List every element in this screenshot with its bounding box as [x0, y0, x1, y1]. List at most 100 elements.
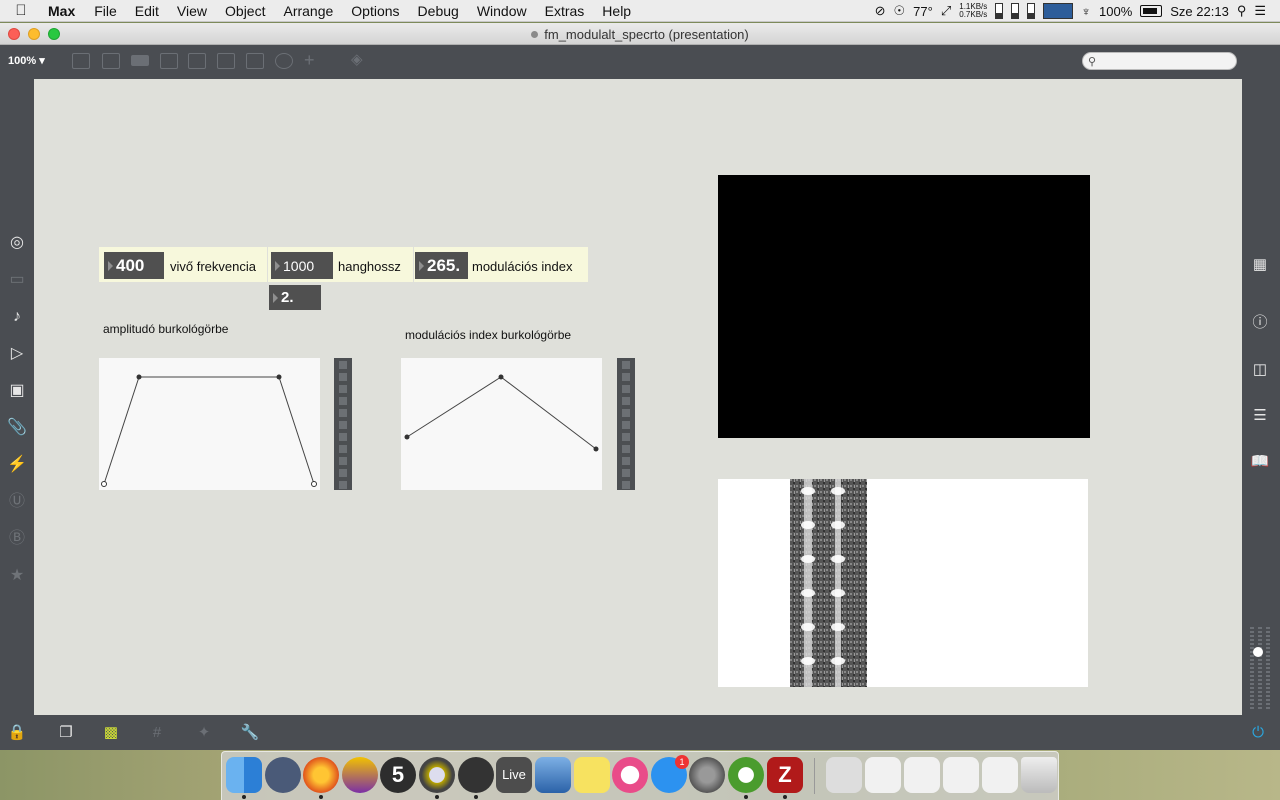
menu-file[interactable]: File: [85, 3, 126, 19]
new-view-icon[interactable]: [72, 53, 90, 69]
notes-icon[interactable]: [574, 757, 610, 793]
message-icon[interactable]: [160, 53, 178, 69]
menu-options[interactable]: Options: [342, 3, 408, 19]
reference-book-icon[interactable]: ◫: [1250, 360, 1270, 380]
add-object-icon[interactable]: +: [304, 51, 322, 69]
modindex-envelope-label: modulációs index burkológörbe: [405, 328, 572, 342]
menu-view[interactable]: View: [168, 3, 216, 19]
clock[interactable]: Sze 22:13: [1170, 4, 1229, 19]
downloads-stack-icon[interactable]: [826, 757, 862, 793]
filezilla-icon[interactable]: Z: [767, 757, 803, 793]
utility-icon[interactable]: [458, 757, 494, 793]
extra-number[interactable]: 2.: [269, 285, 321, 310]
menu-extras[interactable]: Extras: [536, 3, 594, 19]
max-app-icon[interactable]: [419, 757, 455, 793]
dial-object-icon[interactable]: [275, 53, 293, 69]
menu-app[interactable]: Max: [42, 3, 85, 19]
video-icon[interactable]: ▷: [7, 344, 27, 364]
windows-icon[interactable]: ❐: [56, 723, 76, 743]
minimized-window-4[interactable]: [982, 757, 1018, 793]
audacity-icon[interactable]: [342, 757, 378, 793]
bottom-toolbar: 🔒 ❐ ▩ # ✦ 🔧 ⏻: [0, 715, 1280, 750]
minimized-window-2[interactable]: [904, 757, 940, 793]
max-window: fm_modulalt_specrto (presentation) 100% …: [0, 23, 1280, 750]
network-readout[interactable]: 1.1KB/s 0.7KB/s: [959, 3, 987, 19]
system-preferences-icon[interactable]: [689, 757, 725, 793]
audio-icon[interactable]: ♪: [7, 307, 27, 327]
paint-bucket-icon[interactable]: ◈: [351, 52, 369, 69]
spotlight-icon[interactable]: ⚲: [1237, 3, 1247, 19]
presentation-mode-icon[interactable]: ▩: [101, 723, 121, 743]
search-input[interactable]: ⚲: [1082, 52, 1237, 70]
wifi-icon[interactable]: ♆: [1081, 4, 1091, 19]
carrier-frequency-number[interactable]: 400: [104, 252, 164, 279]
temperature-readout[interactable]: 77°: [913, 4, 933, 19]
utorrent-icon[interactable]: [728, 757, 764, 793]
net-down: 0.7KB/s: [959, 10, 988, 19]
beap-icon[interactable]: Ⓑ: [7, 529, 27, 549]
grid-palette-icon[interactable]: ▦: [1250, 255, 1270, 275]
menu-object[interactable]: Object: [216, 3, 274, 19]
plug-icon[interactable]: ⚡: [7, 455, 27, 475]
itunes-icon[interactable]: [612, 757, 648, 793]
volume-knob[interactable]: [1253, 647, 1263, 657]
modindex-value: 265.: [427, 255, 461, 275]
modulation-index-number[interactable]: 265.: [415, 252, 468, 279]
firefox-icon[interactable]: [303, 757, 339, 793]
vizzie-icon[interactable]: Ⓤ: [7, 492, 27, 512]
menu-window[interactable]: Window: [468, 3, 536, 19]
zoom-level[interactable]: 100% ▾: [8, 54, 45, 67]
menu-debug[interactable]: Debug: [409, 3, 468, 19]
trash-icon[interactable]: [1021, 757, 1057, 793]
wrench-icon[interactable]: 🔧: [240, 723, 260, 743]
button-object-icon[interactable]: [188, 53, 206, 69]
cpu-meter-icon[interactable]: [1027, 3, 1036, 19]
activity-graph-icon[interactable]: [1043, 3, 1074, 19]
launchpad-icon[interactable]: [265, 757, 301, 793]
comment-icon[interactable]: [131, 55, 149, 66]
speedometer-icon[interactable]: ☉: [894, 3, 906, 19]
list-icon[interactable]: ☰: [1250, 406, 1270, 426]
favorites-star-icon[interactable]: ★: [7, 566, 27, 586]
preview-icon[interactable]: [535, 757, 571, 793]
modindex-envelope-function[interactable]: [401, 358, 602, 490]
do-not-disturb-icon[interactable]: ⊘: [875, 3, 886, 19]
packages-icon[interactable]: ▭: [7, 270, 27, 290]
max-5-icon[interactable]: 5: [380, 757, 416, 793]
dsp-power-icon[interactable]: ⏻: [1248, 723, 1268, 743]
help-book-icon[interactable]: 📖: [1250, 452, 1270, 472]
lock-icon[interactable]: 🔒: [7, 723, 27, 743]
grid-icon[interactable]: #: [147, 723, 167, 743]
memory-meter-icon[interactable]: [1011, 3, 1020, 19]
paperclip-icon[interactable]: 📎: [7, 418, 27, 438]
badge-count: 1: [679, 757, 685, 767]
image-icon[interactable]: ▣: [7, 381, 27, 401]
inspector-info-icon[interactable]: ⓘ: [1250, 313, 1270, 333]
edited-dot-icon: [531, 31, 539, 38]
ableton-live-icon[interactable]: Live: [496, 757, 532, 793]
battery-readout[interactable]: 100%: [1099, 4, 1132, 19]
app-store-badge: 1: [675, 755, 689, 769]
minimized-window-1[interactable]: [865, 757, 901, 793]
object-browser-icon[interactable]: ◎: [7, 233, 27, 253]
dock-separator: [814, 758, 815, 794]
finder-icon[interactable]: [226, 757, 262, 793]
slider-object-icon[interactable]: [246, 53, 264, 69]
menu-edit[interactable]: Edit: [126, 3, 168, 19]
object-icon[interactable]: [102, 53, 120, 69]
menu-help[interactable]: Help: [593, 3, 640, 19]
minimized-window-3[interactable]: [943, 757, 979, 793]
snap-icon[interactable]: ✦: [194, 723, 214, 743]
menu-arrange[interactable]: Arrange: [274, 3, 342, 19]
carrier-value: 400: [116, 255, 145, 275]
duration-number[interactable]: 1000: [271, 252, 333, 279]
resize-icon[interactable]: ⤢: [941, 3, 951, 19]
notification-center-icon[interactable]: ☰: [1254, 3, 1266, 19]
battery-icon[interactable]: [1140, 5, 1163, 17]
master-volume-slider[interactable]: [1250, 627, 1276, 711]
amplitude-envelope-function[interactable]: [99, 358, 320, 490]
toggle-object-icon[interactable]: [217, 53, 235, 69]
amplitude-envelope-graph: [101, 374, 317, 487]
apple-icon[interactable]: : [0, 2, 42, 19]
hdd-meter-icon[interactable]: [995, 3, 1004, 19]
